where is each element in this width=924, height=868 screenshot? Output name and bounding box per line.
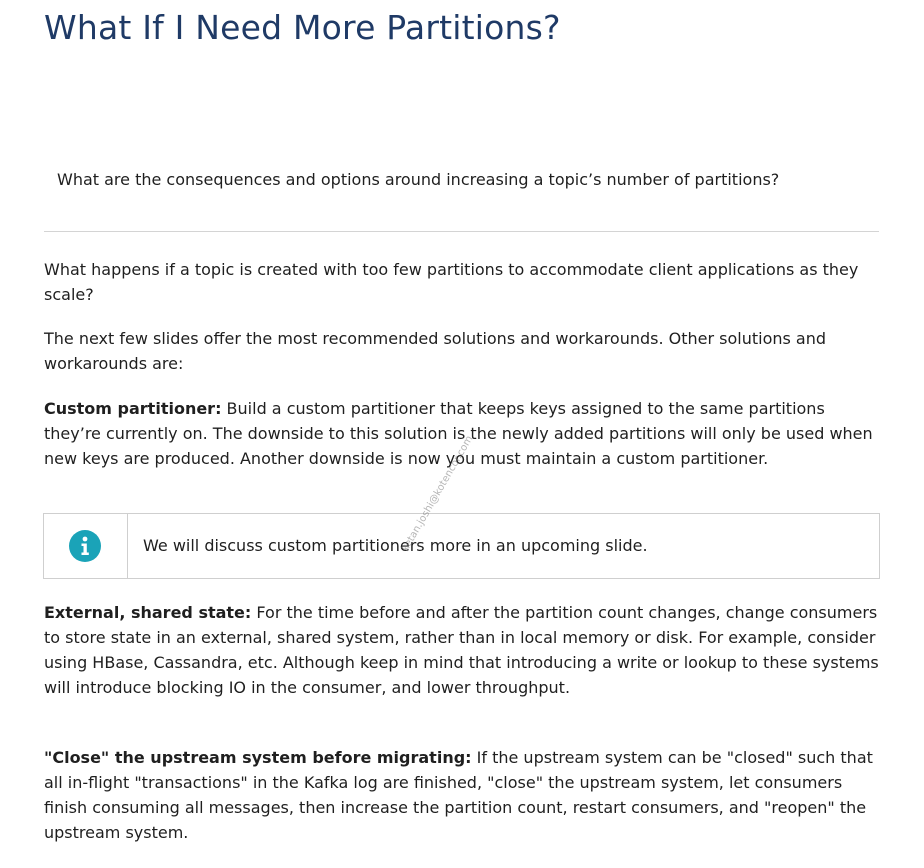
page-title: What If I Need More Partitions?: [44, 8, 561, 47]
custom-partitioner-label: Custom partitioner:: [44, 399, 222, 418]
paragraph-external-state: External, shared state: For the time bef…: [44, 600, 884, 700]
paragraph-solutions-intro: The next few slides offer the most recom…: [44, 329, 827, 373]
info-callout: We will discuss custom partitioners more…: [43, 513, 880, 579]
info-callout-icon-cell: [44, 514, 128, 578]
external-state-label: External, shared state:: [44, 603, 252, 622]
paragraph-intro: What happens if a topic is created with …: [44, 260, 859, 304]
paragraph-close-upstream: "Close" the upstream system before migra…: [44, 745, 884, 845]
info-icon: [69, 530, 101, 562]
section-question: What are the consequences and options ar…: [57, 170, 780, 189]
close-upstream-label: "Close" the upstream system before migra…: [44, 748, 472, 767]
info-callout-text: We will discuss custom partitioners more…: [143, 536, 648, 555]
divider: [44, 231, 879, 232]
paragraph-custom-partitioner: Custom partitioner: Build a custom parti…: [44, 396, 884, 471]
